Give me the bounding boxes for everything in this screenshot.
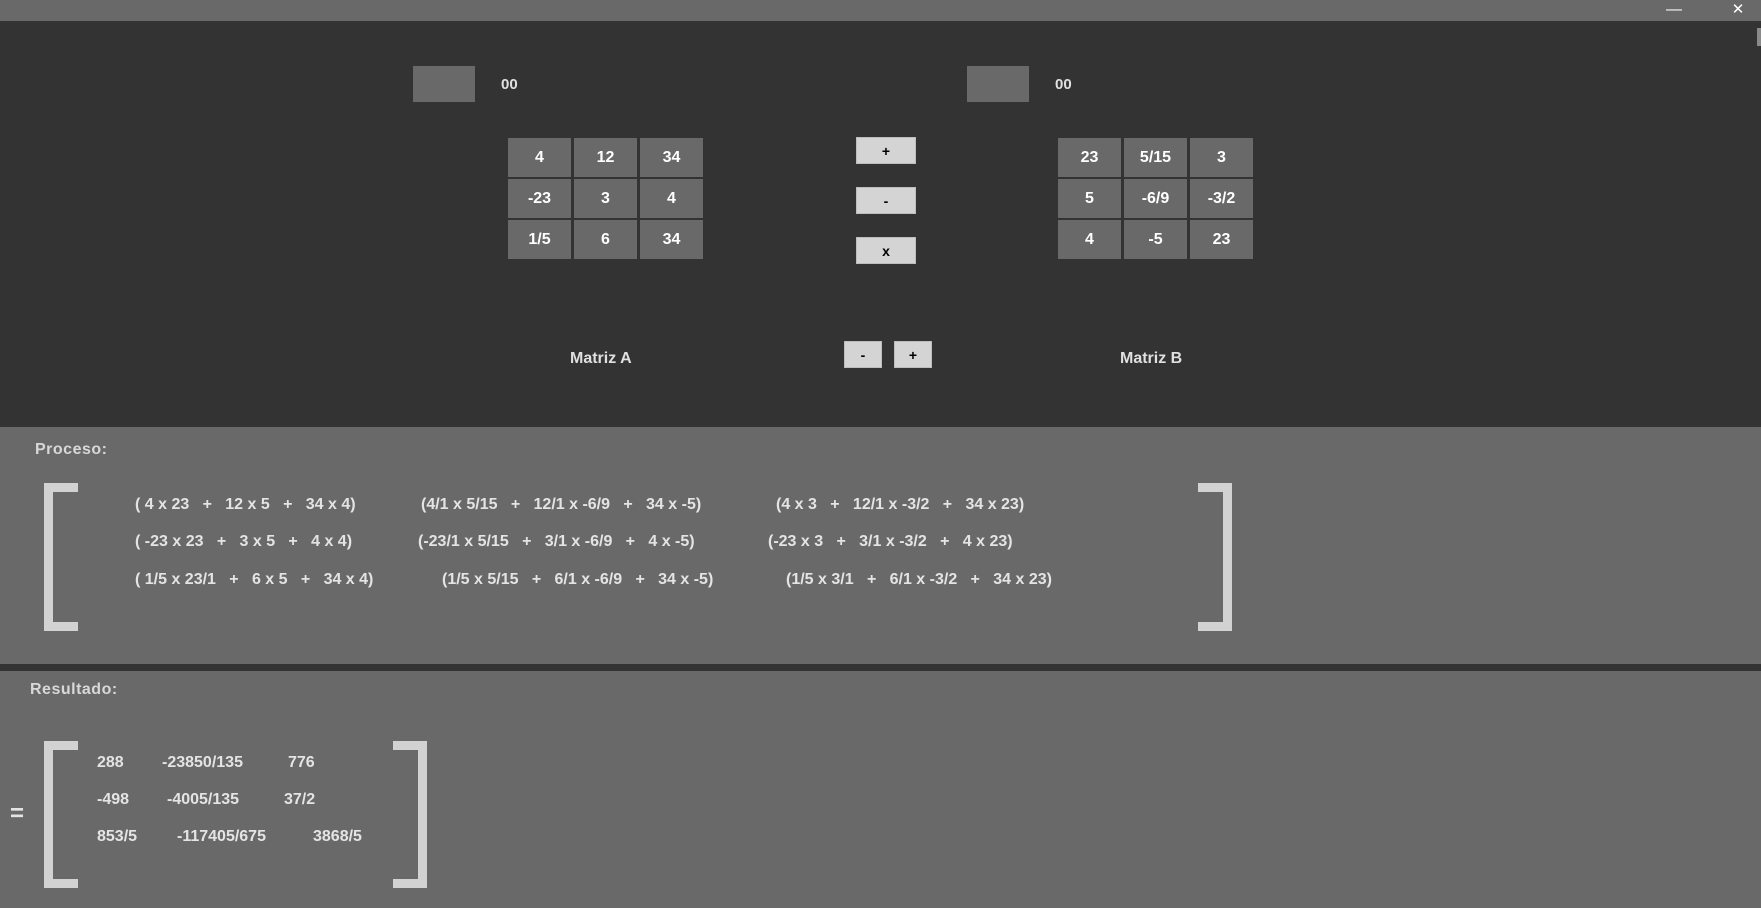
process-expression: (4 x 3 + 12/1 x -3/2 + 34 x 23) [776, 496, 1025, 513]
result-value: 776 [288, 754, 315, 771]
result-value: 3868/5 [313, 828, 362, 845]
matrix-b-cell[interactable]: 4 [1058, 220, 1121, 259]
matrix-a-cell[interactable]: 12 [574, 138, 637, 177]
matrix-b-cell[interactable]: 5/15 [1124, 138, 1187, 177]
process-expression: (-23 x 3 + 3/1 x -3/2 + 4 x 23) [768, 533, 1013, 550]
section-divider [0, 664, 1761, 671]
matrix-b-cell[interactable]: 3 [1190, 138, 1253, 177]
equals-sign: = [10, 800, 25, 827]
minimize-button[interactable]: — [1654, 0, 1694, 21]
title-bar: — ✕ [0, 0, 1761, 21]
matrix-b-cell[interactable]: 23 [1190, 220, 1253, 259]
process-expression: (-23/1 x 5/15 + 3/1 x -6/9 + 4 x -5) [418, 533, 695, 550]
process-expression: (4/1 x 5/15 + 12/1 x -6/9 + 34 x -5) [421, 496, 702, 513]
process-expression: (1/5 x 3/1 + 6/1 x -3/2 + 34 x 23) [786, 571, 1052, 588]
matrix-b-cell[interactable]: -3/2 [1190, 179, 1253, 218]
result-value: -4005/135 [167, 791, 240, 808]
multiply-button[interactable]: x [856, 237, 916, 264]
matrix-a-cell[interactable]: 3 [574, 179, 637, 218]
result-value: -23850/135 [162, 754, 243, 771]
decrease-size-button[interactable]: - [844, 341, 882, 368]
matrix-a-cell[interactable]: 4 [508, 138, 571, 177]
matrix-a-size-label: 00 [501, 76, 518, 93]
process-right-bracket [1198, 483, 1232, 631]
process-label: Proceso: [35, 441, 108, 458]
result-panel [0, 671, 1761, 908]
matrix-b-cell[interactable]: -5 [1124, 220, 1187, 259]
result-left-bracket [44, 741, 78, 888]
matrix-a-cell[interactable]: -23 [508, 179, 571, 218]
increase-size-button[interactable]: + [894, 341, 932, 368]
result-right-bracket [393, 741, 427, 888]
process-expression: ( 4 x 23 + 12 x 5 + 34 x 4) [135, 496, 356, 513]
result-value: -117405/675 [177, 828, 266, 845]
app-window: — ✕ 00 00 4 12 34 -23 3 4 1/5 6 34 + - x… [0, 0, 1761, 908]
matrix-a-size-input[interactable] [413, 66, 475, 102]
matrix-b-title: Matriz B [1120, 350, 1183, 367]
scrollbar-edge[interactable] [1757, 28, 1761, 46]
matrix-b-cell[interactable]: -6/9 [1124, 179, 1187, 218]
matrix-a-cell[interactable]: 34 [640, 138, 703, 177]
matrix-a-cell[interactable]: 6 [574, 220, 637, 259]
result-label: Resultado: [30, 681, 118, 698]
process-left-bracket [44, 483, 78, 631]
matrix-b-size-input[interactable] [967, 66, 1029, 102]
matrix-b-cell[interactable]: 5 [1058, 179, 1121, 218]
process-expression: (1/5 x 5/15 + 6/1 x -6/9 + 34 x -5) [442, 571, 714, 588]
close-button[interactable]: ✕ [1718, 0, 1758, 21]
matrix-a-cell[interactable]: 34 [640, 220, 703, 259]
add-button[interactable]: + [856, 137, 916, 164]
matrix-a-cell[interactable]: 4 [640, 179, 703, 218]
process-expression: ( -23 x 23 + 3 x 5 + 4 x 4) [135, 533, 353, 550]
subtract-button[interactable]: - [856, 187, 916, 214]
result-value: 853/5 [97, 828, 138, 845]
result-value: -498 [97, 791, 130, 808]
matrix-b-size-label: 00 [1055, 76, 1072, 93]
matrix-a-cell[interactable]: 1/5 [508, 220, 571, 259]
process-expression: ( 1/5 x 23/1 + 6 x 5 + 34 x 4) [135, 571, 374, 588]
matrix-a-title: Matriz A [570, 350, 632, 367]
result-value: 288 [97, 754, 124, 771]
matrix-b-cell[interactable]: 23 [1058, 138, 1121, 177]
result-value: 37/2 [284, 791, 316, 808]
